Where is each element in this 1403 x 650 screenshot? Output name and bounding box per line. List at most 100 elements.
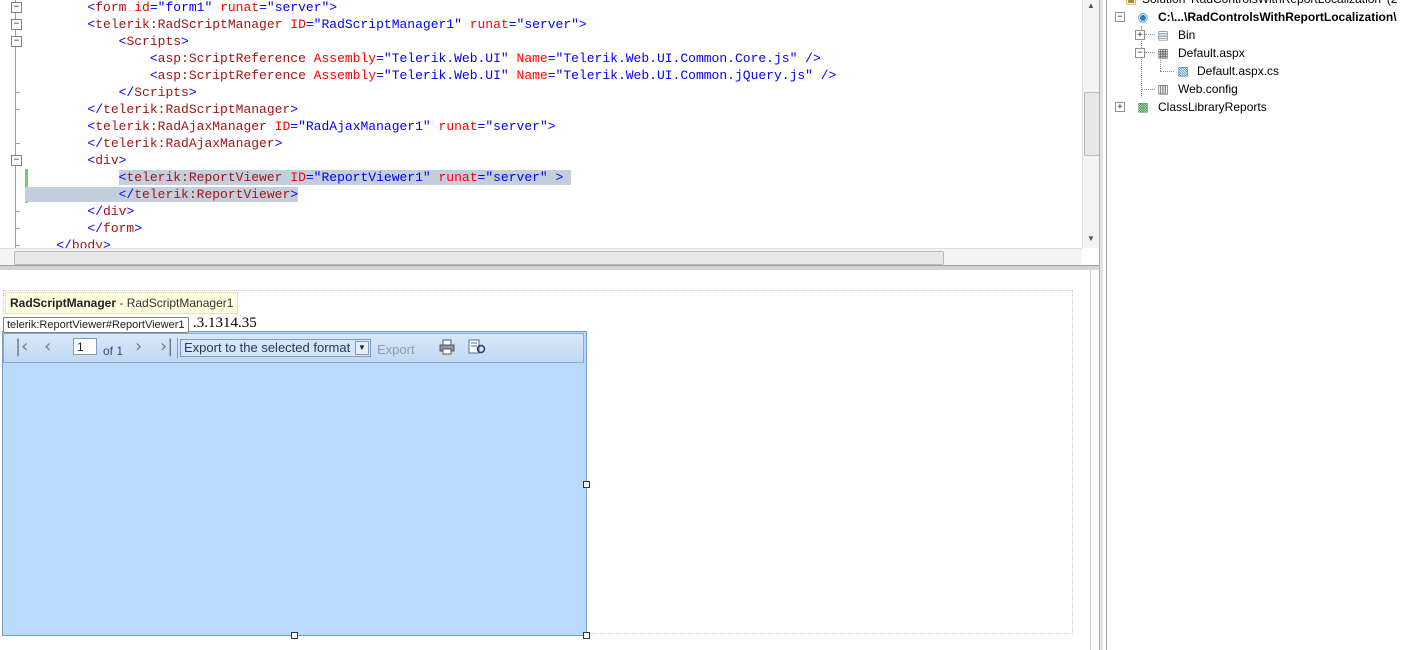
config-file-icon: ▥ <box>1157 82 1169 96</box>
code-token: telerik:RadScriptManager <box>103 102 291 117</box>
tree-item-label: Default.aspx <box>1178 46 1245 60</box>
code-token: </ <box>118 187 135 202</box>
code-token: telerik:RadAjaxManager <box>103 136 275 151</box>
project-path-label: C:\...\RadControlsWithReportLocalization… <box>1158 10 1397 24</box>
code-token: ="server" > <box>477 170 572 185</box>
next-page-icon[interactable]: › <box>135 336 142 358</box>
collapse-icon[interactable]: − <box>1135 48 1145 58</box>
panel-border <box>1106 0 1107 650</box>
code-text: <form id="form1" runat="server"> <box>25 0 337 16</box>
code-token: runat <box>212 0 260 15</box>
code-token: body <box>71 238 104 248</box>
code-text: </Scripts> <box>25 84 197 101</box>
resize-handle-right[interactable] <box>583 481 590 488</box>
outline-tick <box>15 92 20 93</box>
source-editor[interactable]: − <form id="form1" runat="server"> − <tel… <box>0 0 1082 248</box>
code-token: ID <box>266 119 291 134</box>
code-token: ="RadScriptManager1" <box>305 17 462 32</box>
code-token: ="server"> <box>259 0 338 15</box>
code-line[interactable]: </telerik:RadScriptManager> <box>0 101 1082 118</box>
code-token: div <box>103 204 127 219</box>
code-line[interactable]: </form> <box>0 220 1082 237</box>
code-line[interactable]: <telerik:RadAjaxManager ID="RadAjaxManag… <box>0 118 1082 135</box>
code-token: > <box>274 136 283 151</box>
outline-tick <box>15 143 20 144</box>
web-project-icon: ◉ <box>1137 10 1149 24</box>
vertical-scroll-thumb[interactable] <box>1084 92 1100 156</box>
reportviewer-tag[interactable]: telerik:ReportViewer#ReportViewer1 <box>3 317 189 333</box>
print-icon[interactable] <box>439 339 455 355</box>
prev-page-icon[interactable]: ‹ <box>44 336 51 358</box>
rsm-tag-separator: - <box>116 296 127 310</box>
editor-horizontal-scrollbar[interactable] <box>0 248 1082 266</box>
solution-icon: ▣ <box>1124 0 1138 6</box>
export-button[interactable]: Export <box>377 342 415 357</box>
tree-item-label: Default.aspx.cs <box>1197 64 1280 78</box>
code-token: > <box>118 153 127 168</box>
collapse-icon[interactable]: − <box>1115 12 1125 22</box>
code-token: runat <box>430 119 478 134</box>
expand-icon[interactable]: + <box>1135 30 1145 40</box>
collapse-outline-icon[interactable]: − <box>11 155 22 166</box>
code-token: </ <box>56 238 72 248</box>
toolbar-separator <box>177 338 178 358</box>
resize-handle-corner[interactable] <box>583 632 590 639</box>
scroll-up-icon[interactable]: ▲ <box>1087 1 1095 10</box>
code-line[interactable]: <telerik:ReportViewer ID="ReportViewer1"… <box>0 169 1082 186</box>
code-line[interactable]: </telerik:ReportViewer> <box>0 186 1082 203</box>
code-indent <box>25 187 119 202</box>
code-line[interactable]: </telerik:RadAjaxManager> <box>0 135 1082 152</box>
chevron-down-icon[interactable]: ▼ <box>355 341 369 355</box>
code-token: Assembly <box>305 68 377 83</box>
rsm-tag-type: RadScriptManager <box>10 296 117 310</box>
expand-icon[interactable]: + <box>1115 102 1125 112</box>
code-token: Name <box>508 68 548 83</box>
code-token: ="form1" <box>149 0 213 15</box>
outline-tick <box>15 109 20 110</box>
code-text: <asp:ScriptReference Assembly="Telerik.W… <box>25 50 821 67</box>
code-text: </body> <box>25 237 111 248</box>
code-text: </telerik:ReportViewer> <box>25 186 299 203</box>
code-line[interactable]: − <form id="form1" runat="server"> <box>0 0 1082 16</box>
code-token: id <box>126 0 150 15</box>
code-line[interactable]: </Scripts> <box>0 84 1082 101</box>
code-line[interactable]: − <telerik:RadScriptManager ID="RadScrip… <box>0 16 1082 33</box>
document-map-icon[interactable] <box>468 339 486 355</box>
radscriptmanager-tag[interactable]: RadScriptManager - RadScriptManager1 <box>5 292 239 314</box>
code-token: ="Telerik.Web.UI" <box>376 68 509 83</box>
code-token: telerik:ReportViewer <box>134 187 291 202</box>
export-format-select[interactable]: Export to the selected format ▼ <box>180 339 371 357</box>
scroll-down-icon[interactable]: ▼ <box>1087 234 1095 243</box>
report-viewer-control[interactable] <box>2 331 587 636</box>
code-line[interactable]: − <Scripts> <box>0 33 1082 50</box>
resize-handle-bottom[interactable] <box>291 632 298 639</box>
page-count-label: of 1 <box>103 344 124 358</box>
collapse-outline-icon[interactable]: − <box>11 36 22 47</box>
collapse-outline-icon[interactable]: − <box>11 2 22 13</box>
horizontal-scroll-thumb[interactable] <box>14 251 944 265</box>
code-token: </ <box>87 136 104 151</box>
code-token: ="Telerik.Web.UI.Common.jQuery.js" /> <box>547 68 837 83</box>
tree-connector <box>1160 71 1174 72</box>
code-line[interactable]: <asp:ScriptReference Assembly="Telerik.W… <box>0 67 1082 84</box>
code-line[interactable]: − <div> <box>0 152 1082 169</box>
code-token: Name <box>508 51 548 66</box>
last-page-icon[interactable]: ›| <box>160 336 173 358</box>
first-page-icon[interactable]: |‹ <box>15 336 28 358</box>
code-line[interactable]: </div> <box>0 203 1082 220</box>
rsm-tag-id: RadScriptManager1 <box>126 296 234 310</box>
panel-splitter[interactable] <box>1099 0 1103 650</box>
code-line[interactable]: </body> <box>0 237 1082 248</box>
collapse-outline-icon[interactable]: − <box>11 19 22 30</box>
code-line[interactable]: <asp:ScriptReference Assembly="Telerik.W… <box>0 50 1082 67</box>
code-token: ="Telerik.Web.UI.Common.Core.js" /> <box>547 51 821 66</box>
editor-vertical-scrollbar[interactable]: ▲ ▼ <box>1082 0 1100 248</box>
page-number-input[interactable]: 1 <box>73 338 97 355</box>
solution-explorer: ▣ Solution 'RadControlsWithReportLocaliz… <box>1110 0 1403 650</box>
